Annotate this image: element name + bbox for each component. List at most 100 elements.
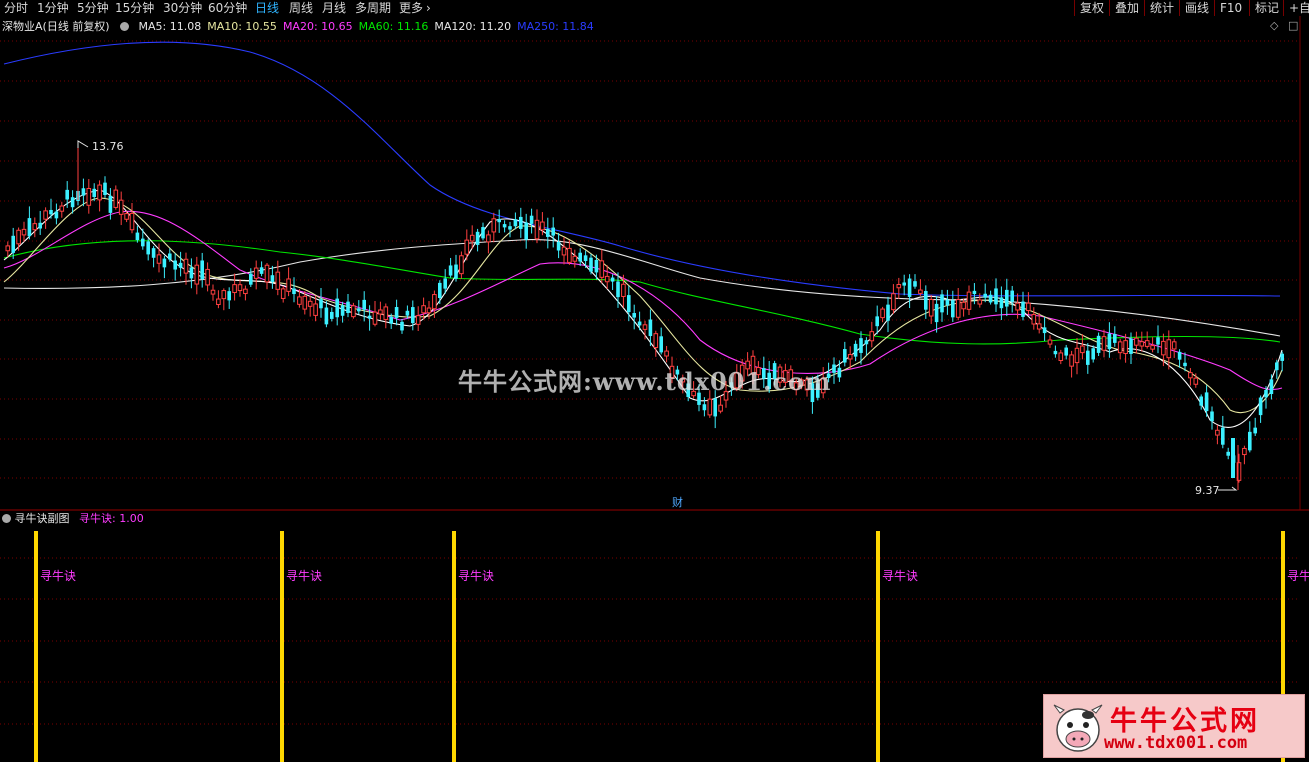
candle-body-up xyxy=(1144,340,1150,347)
candle-body-up xyxy=(540,221,545,231)
main-chart-header: 深物业A(日线 前复权) xyxy=(2,19,110,35)
candle-body-down xyxy=(259,267,264,274)
indicator-value: 寻牛诀: 1.00 xyxy=(79,512,144,525)
candle-body-down xyxy=(448,265,453,276)
candle-body-up xyxy=(567,247,572,263)
candle-body-up xyxy=(459,255,464,275)
high-marker-arrow xyxy=(77,140,89,148)
candle-body-up xyxy=(351,305,356,318)
candle-body-up xyxy=(718,404,723,412)
candle-body-down xyxy=(837,367,842,378)
candle-body-down xyxy=(983,293,987,298)
settings-circle-icon[interactable] xyxy=(120,22,129,31)
candle-body-up xyxy=(426,307,432,314)
candle-body-up xyxy=(847,354,853,360)
signal-label: 寻牛诀 xyxy=(286,568,322,583)
candle-body-down xyxy=(1064,347,1068,356)
candle-body-down xyxy=(146,241,150,255)
ma-legend-item: MA20: 10.65 xyxy=(282,20,353,33)
candle-body-down xyxy=(1269,379,1274,395)
candle-body-down xyxy=(853,343,858,357)
candle-body-up xyxy=(372,311,378,325)
candle-body-up xyxy=(891,293,896,311)
ma-legend-item: MA250: 11.84 xyxy=(517,20,594,33)
candle-body-up xyxy=(880,308,885,319)
candle-body-up xyxy=(16,229,21,245)
low-candle-body xyxy=(1231,438,1235,478)
candle-body-down xyxy=(389,316,393,324)
candle-body-down xyxy=(1275,362,1279,371)
candle-body-down xyxy=(864,340,869,345)
candle-body-down xyxy=(1226,451,1230,456)
candle-body-down xyxy=(1091,348,1095,360)
candle-body-down xyxy=(367,315,372,319)
low-price-label: 9.37 xyxy=(1195,484,1220,497)
low-marker-arrow xyxy=(1218,486,1238,491)
candle-body-down xyxy=(168,253,172,260)
candle-body-up xyxy=(210,289,216,295)
candle-body-up xyxy=(1166,339,1172,359)
candle-body-up xyxy=(1031,314,1037,325)
candle-body-down xyxy=(11,235,15,253)
candle-body-down xyxy=(951,300,955,318)
stock-title: 深物业A(日线 前复权) xyxy=(2,20,110,33)
candle-body-down xyxy=(103,182,107,196)
candle-body-down xyxy=(1021,301,1025,317)
candle-body-up xyxy=(966,291,972,310)
candle-body-down xyxy=(54,211,59,219)
candle-body-down xyxy=(859,338,863,353)
candle-body-up xyxy=(955,299,961,318)
ma-legend-item: MA5: 11.08 xyxy=(138,20,202,33)
candle-body-up xyxy=(1215,429,1220,436)
candle-body-down xyxy=(616,281,620,298)
candle-body-up xyxy=(664,350,669,357)
candle-body-down xyxy=(335,298,339,318)
candle-body-up xyxy=(280,288,286,299)
candle-body-down xyxy=(1010,290,1014,302)
candle-body-up xyxy=(156,254,162,264)
sub-settings-circle-icon[interactable] xyxy=(2,514,11,523)
candle-body-down xyxy=(589,257,593,272)
candle-body-up xyxy=(432,294,437,310)
candle-body-down xyxy=(627,295,631,313)
candle-body-down xyxy=(1253,427,1257,434)
candle-body-down xyxy=(1129,338,1133,354)
candle-body-down xyxy=(1086,350,1090,365)
candle-body-down xyxy=(594,259,599,273)
candle-body-up xyxy=(313,303,318,316)
candle-body-down xyxy=(475,231,480,245)
candle-body-up xyxy=(1058,352,1064,362)
candle-body-up xyxy=(1171,341,1177,350)
candle-body-down xyxy=(292,288,296,295)
candle-body-up xyxy=(43,210,48,220)
candle-body-down xyxy=(702,404,707,411)
event-marker-label: 财 xyxy=(672,495,683,509)
candle-body-up xyxy=(621,283,626,297)
candle-body-down xyxy=(92,188,96,197)
signal-bar xyxy=(876,531,880,762)
candle-body-down xyxy=(70,197,75,208)
expand-icon[interactable]: □ xyxy=(1288,18,1298,34)
ma60-line xyxy=(3,240,1281,345)
ma-legend: MA5: 11.08 MA10: 10.55 MA20: 10.65 MA60: 11… xyxy=(120,19,594,35)
candle-body-down xyxy=(357,308,361,312)
candle-body-down xyxy=(524,222,528,240)
candle-body-up xyxy=(599,260,605,278)
candle-body-up xyxy=(216,298,221,305)
candle-body-up xyxy=(1134,337,1139,346)
candle-body-down xyxy=(108,195,113,213)
candle-body-up xyxy=(1101,336,1107,351)
ma-legend-item: MA10: 10.55 xyxy=(207,20,277,33)
candle-body-down xyxy=(81,188,86,196)
signal-label: 寻牛诀 xyxy=(40,568,76,583)
candle-body-down xyxy=(178,262,183,268)
candle-body-down xyxy=(65,189,69,200)
ma250-line xyxy=(3,41,1281,297)
candle-body-up xyxy=(307,300,313,307)
candle-body-up xyxy=(221,290,227,300)
candle-body-up xyxy=(1139,341,1145,347)
candle-body-down xyxy=(481,227,485,239)
candle-body-down xyxy=(1204,392,1209,412)
candle-body-down xyxy=(200,260,204,280)
diamond-icon[interactable]: ◇ xyxy=(1270,18,1278,34)
